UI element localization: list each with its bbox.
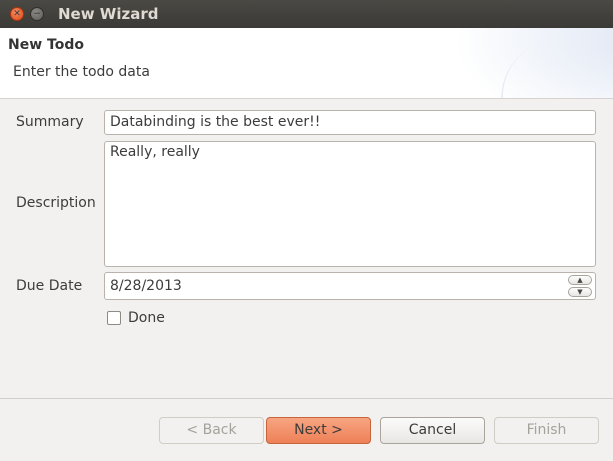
wizard-header: New Todo Enter the todo data xyxy=(0,28,613,99)
spin-up-icon[interactable]: ▲ xyxy=(568,275,592,285)
done-checkbox[interactable] xyxy=(107,311,121,325)
due-date-label: Due Date xyxy=(16,278,83,294)
cancel-button[interactable]: Cancel xyxy=(380,417,485,444)
close-icon[interactable]: ✕ xyxy=(10,7,24,21)
description-label: Description xyxy=(16,195,96,211)
title-bar: ✕ − New Wizard xyxy=(0,0,613,28)
minimize-icon[interactable]: − xyxy=(30,7,44,21)
page-title: New Todo xyxy=(8,37,84,53)
summary-input[interactable]: Databinding is the best ever!! xyxy=(104,110,596,135)
description-textarea[interactable]: Really, really xyxy=(104,141,596,267)
spin-down-icon[interactable]: ▼ xyxy=(568,287,592,297)
finish-button[interactable]: Finish xyxy=(494,417,599,444)
window-title: New Wizard xyxy=(58,5,159,23)
button-bar-separator xyxy=(0,398,613,399)
due-date-field[interactable]: 8/28/2013 ▲ ▼ xyxy=(104,272,596,300)
next-button[interactable]: Next > xyxy=(266,417,371,444)
done-label: Done xyxy=(128,310,165,326)
back-button[interactable]: < Back xyxy=(159,417,264,444)
summary-label: Summary xyxy=(16,114,84,130)
due-date-value: 8/28/2013 xyxy=(110,278,182,294)
page-description: Enter the todo data xyxy=(13,64,150,80)
